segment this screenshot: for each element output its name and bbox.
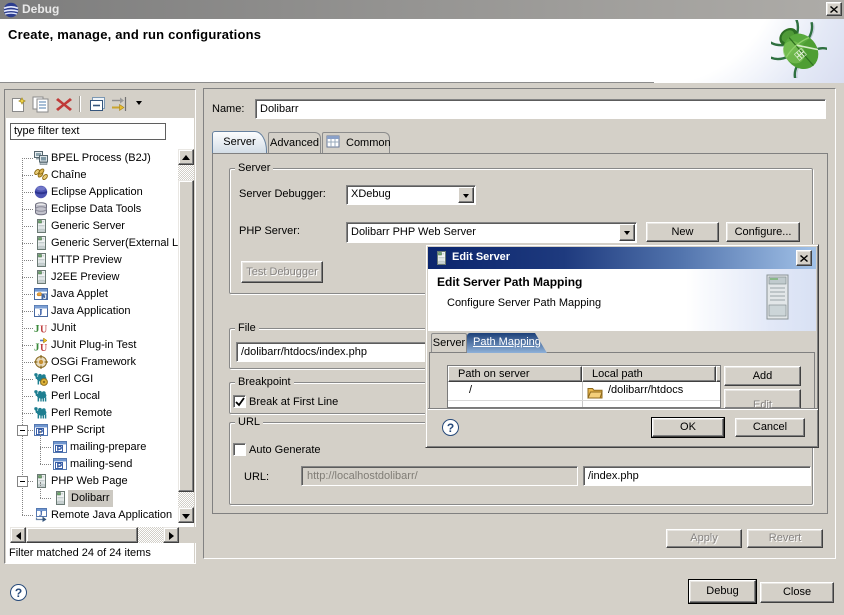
svg-text:J: J [38,308,43,318]
svg-text:U: U [40,325,47,336]
svg-text:U: U [40,343,47,353]
svg-text:J: J [43,294,47,301]
svg-text:J: J [39,510,43,518]
